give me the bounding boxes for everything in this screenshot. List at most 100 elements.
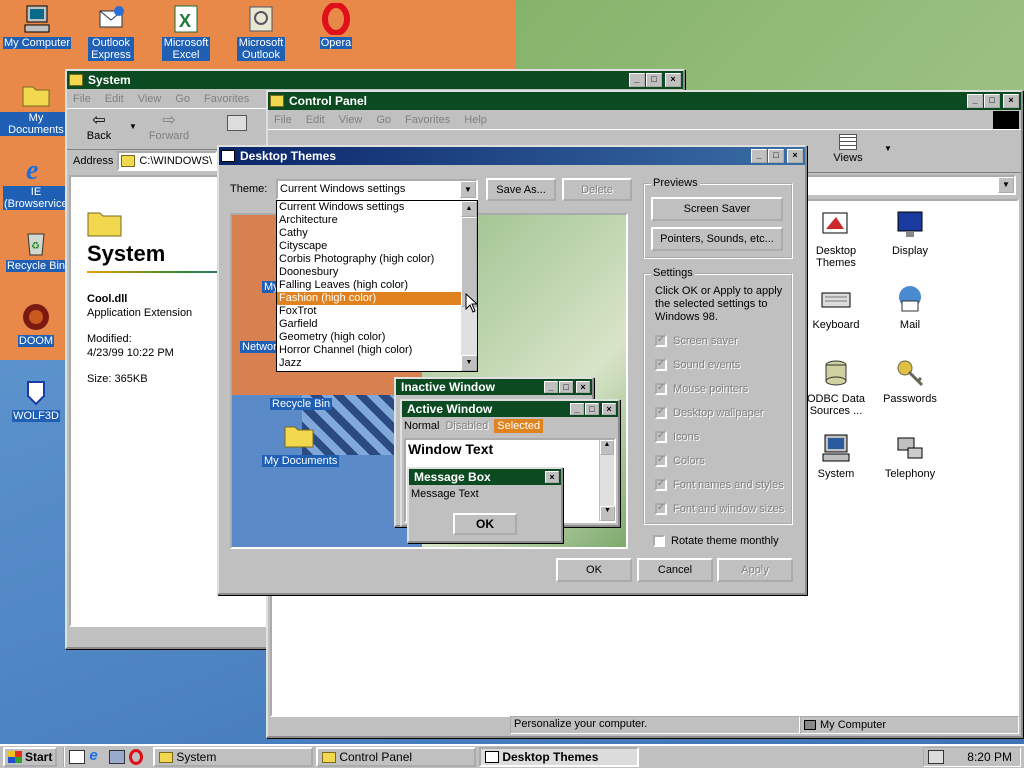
scroll-down-icon[interactable]: ▼	[461, 355, 477, 371]
theme-select[interactable]: Current Windows settings ▼	[276, 179, 478, 200]
ok-button[interactable]: OK	[556, 558, 632, 582]
theme-option-highlighted[interactable]: Fashion (high color)	[277, 292, 461, 305]
theme-option[interactable]: Cathy	[277, 227, 461, 240]
save-as-button[interactable]: Save As...	[486, 178, 556, 201]
close-button[interactable]: ×	[787, 149, 803, 163]
desktop-icon-my-computer[interactable]: My Computer	[1, 3, 73, 49]
menu-favorites[interactable]: Favorites	[405, 114, 450, 126]
forward-arrow-icon: ⇨	[162, 112, 176, 129]
minimize-button[interactable]: _	[751, 149, 767, 163]
cancel-button[interactable]: Cancel	[637, 558, 713, 582]
theme-option[interactable]: Current Windows settings	[277, 201, 461, 214]
setting-checkbox[interactable]: Font and window sizes	[655, 497, 784, 521]
rotate-monthly-checkbox[interactable]: Rotate theme monthly	[653, 529, 779, 553]
cp-item-passwords[interactable]: Passwords	[870, 357, 950, 405]
close-button[interactable]: ×	[665, 73, 681, 87]
menu-view[interactable]: View	[138, 93, 162, 105]
menu-go[interactable]: Go	[376, 114, 391, 126]
theme-dropdown-list[interactable]: Current Windows settings Architecture Ca…	[276, 200, 478, 372]
delete-button[interactable]: Delete	[562, 178, 632, 201]
theme-option[interactable]: Jazz	[277, 357, 461, 370]
taskbar-button-control-panel[interactable]: Control Panel	[316, 747, 477, 767]
menu-file[interactable]: File	[73, 93, 91, 105]
theme-option[interactable]: Architecture	[277, 214, 461, 227]
checkbox-icon	[655, 334, 667, 347]
theme-option[interactable]: Corbis Photography (high color)	[277, 253, 461, 266]
maximize-button[interactable]: □	[646, 73, 662, 87]
pointers-sounds-button[interactable]: Pointers, Sounds, etc...	[651, 227, 783, 251]
cp-item-telephony[interactable]: Telephony	[870, 432, 950, 480]
theme-option[interactable]: Falling Leaves (high color)	[277, 279, 461, 292]
theme-option[interactable]: FoxTrot	[277, 305, 461, 318]
desktop-icon-outlook-express[interactable]: Outlook Express	[75, 3, 147, 61]
theme-option[interactable]: Geometry (high color)	[277, 331, 461, 344]
ie-icon[interactable]: e	[89, 748, 105, 765]
setting-checkbox[interactable]: Desktop wallpaper	[655, 401, 784, 425]
setting-checkbox[interactable]: Colors	[655, 449, 784, 473]
outlook-express-icon[interactable]	[109, 750, 126, 764]
setting-checkbox[interactable]: Font names and styles	[655, 473, 784, 497]
menu-go[interactable]: Go	[175, 93, 190, 105]
chevron-down-icon[interactable]: ▼	[129, 122, 137, 131]
menu-help[interactable]: Help	[464, 114, 487, 126]
chevron-down-icon[interactable]: ▼	[998, 177, 1014, 193]
opera-icon[interactable]	[129, 749, 144, 765]
minimize-button[interactable]: _	[629, 73, 645, 87]
show-desktop-icon[interactable]	[69, 750, 86, 764]
setting-checkbox[interactable]: Sound events	[655, 353, 784, 377]
system-window-titlebar[interactable]: System _ □ ×	[67, 71, 683, 89]
address-input[interactable]: ▼	[804, 175, 1016, 195]
theme-option[interactable]: Garfield	[277, 318, 461, 331]
scroll-up-icon[interactable]: ▲	[461, 201, 477, 217]
setting-checkbox[interactable]: Mouse pointers	[655, 377, 784, 401]
back-button[interactable]: ⇦ Back	[81, 112, 117, 142]
menu-edit[interactable]: Edit	[306, 114, 325, 126]
chevron-down-icon[interactable]: ▼	[884, 144, 892, 153]
desktop-icon-wolf3d[interactable]: WOLF3D	[0, 376, 72, 422]
taskbar-button-desktop-themes[interactable]: Desktop Themes	[479, 747, 640, 767]
close-button[interactable]: ×	[1003, 94, 1019, 108]
menu-favorites[interactable]: Favorites	[204, 93, 249, 105]
setting-checkbox[interactable]: Icons	[655, 425, 784, 449]
maximize-icon: □	[559, 381, 573, 393]
chevron-down-icon[interactable]: ▼	[460, 181, 476, 198]
cp-item-mail[interactable]: Mail	[870, 283, 950, 331]
desktop-icon-doom[interactable]: DOOM	[0, 301, 72, 347]
theme-option[interactable]: Doonesbury	[277, 266, 461, 279]
start-button[interactable]: Start	[3, 747, 58, 767]
maximize-button[interactable]: □	[768, 149, 784, 163]
cp-item-keyboard[interactable]: Keyboard	[796, 283, 876, 331]
cp-item-system[interactable]: System	[796, 432, 876, 480]
theme-option[interactable]: Cityscape	[277, 240, 461, 253]
address-input[interactable]: C:\WINDOWS\	[117, 151, 218, 171]
up-folder-icon[interactable]	[227, 115, 247, 131]
menu-view[interactable]: View	[339, 114, 363, 126]
desktop-icon-recycle-bin[interactable]: ♻ Recycle Bin	[0, 226, 72, 272]
maximize-button[interactable]: □	[984, 94, 1000, 108]
cp-item-desktop-themes[interactable]: Desktop Themes	[796, 209, 876, 269]
desktop-icon-opera[interactable]: Opera	[300, 2, 372, 49]
setting-checkbox[interactable]: Screen saver	[655, 329, 784, 353]
forward-button[interactable]: ⇨ Forward	[147, 112, 191, 142]
menu-edit[interactable]: Edit	[105, 93, 124, 105]
apply-button[interactable]: Apply	[717, 558, 793, 582]
desktop-icon-outlook[interactable]: Microsoft Outlook	[225, 3, 297, 61]
views-button[interactable]: Views	[828, 134, 868, 164]
screen-saver-button[interactable]: Screen Saver	[651, 197, 783, 221]
checkbox-icon	[655, 454, 667, 467]
desktop-icon-ie[interactable]: e IE (Browservice)	[0, 152, 72, 210]
ie-icon: e	[20, 152, 52, 186]
control-panel-titlebar[interactable]: Control Panel _ □ ×	[268, 92, 1021, 110]
desktop-themes-dialog[interactable]: Desktop Themes _ □ × Theme: Current Wind…	[217, 145, 807, 595]
desktop-themes-titlebar[interactable]: Desktop Themes _ □ ×	[219, 147, 805, 165]
menu-file[interactable]: File	[274, 114, 292, 126]
tray-icon[interactable]	[928, 750, 944, 764]
desktop-icon-my-documents[interactable]: My Documents	[0, 78, 72, 136]
theme-option[interactable]: Horror Channel (high color)	[277, 344, 461, 357]
cp-item-odbc[interactable]: ODBC Data Sources ...	[796, 357, 876, 417]
taskbar-button-system[interactable]: System	[153, 747, 314, 767]
minimize-button[interactable]: _	[967, 94, 983, 108]
cp-item-display[interactable]: Display	[870, 209, 950, 257]
desktop-icon-excel[interactable]: X Microsoft Excel	[150, 3, 222, 61]
dropdown-scrollbar[interactable]: ▲ ▼	[461, 201, 477, 371]
